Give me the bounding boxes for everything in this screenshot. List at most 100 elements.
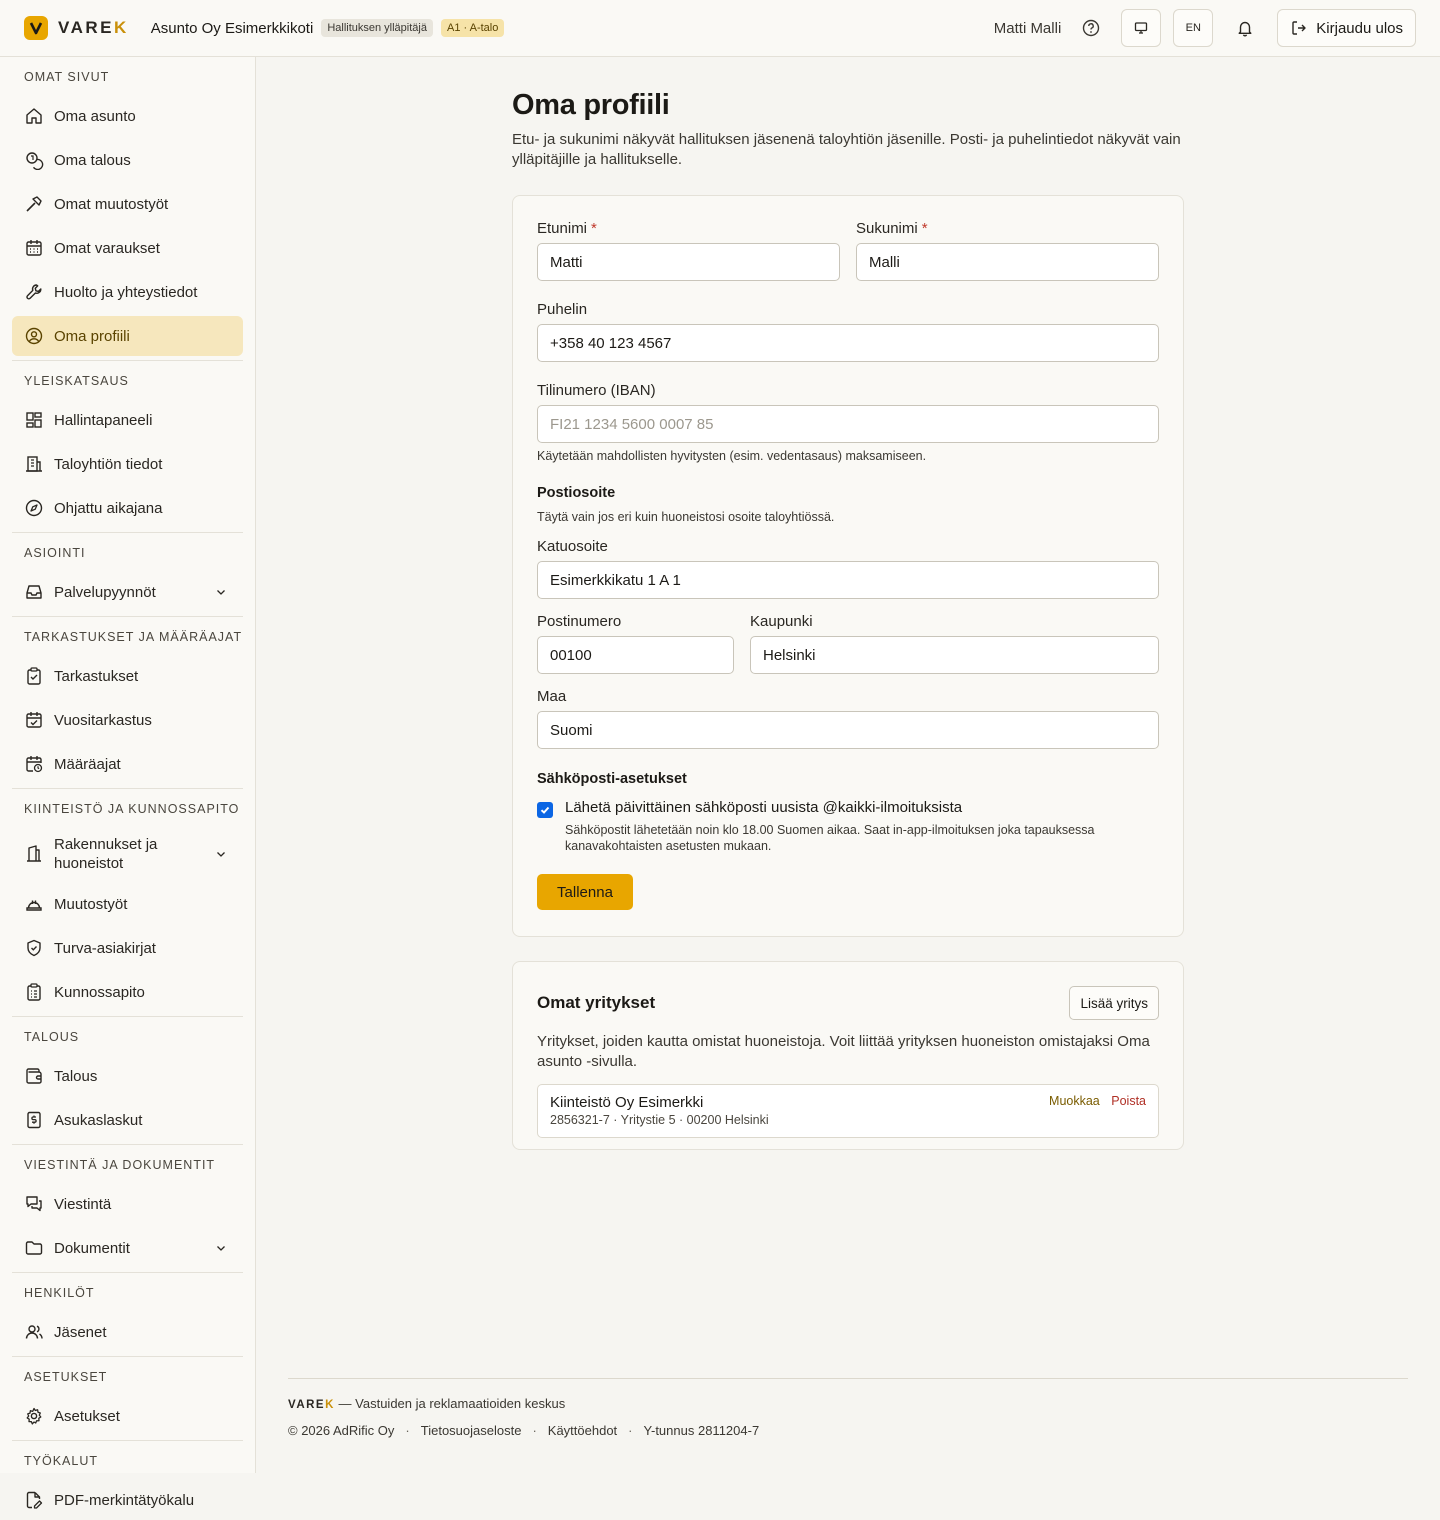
sidebar-item-label: Turva-asiakirjat (54, 939, 156, 957)
country-input[interactable]: Suomi (537, 711, 1159, 749)
save-button[interactable]: Tallenna (537, 874, 633, 910)
invoice-icon (27, 1111, 41, 1129)
sidebar-item-label: Omat muutostyöt (54, 195, 169, 213)
chevron-down-icon (217, 852, 225, 857)
sidebar-item-label: Oma asunto (54, 107, 136, 125)
sidebar-item-label: Asetukset (54, 1407, 120, 1425)
terms-link[interactable]: Käyttöehdot (548, 1423, 617, 1438)
sidebar-item-dokumentit[interactable]: Dokumentit (12, 1228, 243, 1268)
language-button[interactable]: EN (1173, 9, 1214, 47)
compass-icon (25, 499, 43, 517)
inbox-icon (26, 585, 42, 599)
sidebar-item-label: Huolto ja yhteystiedot (54, 283, 198, 301)
footer: VAREK — Vastuiden ja reklamaatioiden kes… (288, 1378, 1408, 1438)
sidebar-item-kunnossapito[interactable]: Kunnossapito (12, 972, 243, 1012)
sidebar-item-taloyhtion-tiedot[interactable]: Taloyhtiön tiedot (12, 444, 243, 484)
sidebar-section-title: TARKASTUKSET JA MÄÄRÄAJAT (24, 630, 243, 644)
sidebar-item-label: Vuositarkastus (54, 711, 152, 729)
privacy-link[interactable]: Tietosuojaseloste (421, 1423, 522, 1438)
sidebar-item-oma-profiili[interactable]: Oma profiili (12, 316, 243, 356)
shield-check-icon (27, 939, 41, 957)
sidebar-item-asukaslaskut[interactable]: Asukaslaskut (12, 1100, 243, 1140)
phone-input[interactable]: +358 40 123 4567 (537, 324, 1159, 362)
chevron-down-icon (217, 590, 225, 595)
country-label: Maa (537, 688, 567, 705)
checkmark-icon (540, 806, 550, 814)
first-name-input[interactable]: Matti (537, 243, 840, 281)
help-icon[interactable] (1081, 18, 1101, 38)
city-label: Kaupunki (750, 613, 813, 630)
companies-title: Omat yritykset (537, 993, 656, 1012)
calendar-icon (26, 240, 42, 256)
sidebar-item-omat-varaukset[interactable]: Omat varaukset (12, 228, 243, 268)
logout-icon (1292, 21, 1306, 35)
calendar-check-icon (26, 712, 42, 728)
sidebar-item-rakennukset[interactable]: Rakennukset ja huoneistot (12, 828, 243, 880)
sidebar-section-title: HENKILÖT (24, 1286, 95, 1300)
dashboard-icon (26, 412, 42, 428)
sidebar-item-label: Hallintapaneeli (54, 411, 153, 429)
hammer-icon (26, 196, 42, 212)
footer-brand[interactable]: VAREK (288, 1399, 335, 1411)
wallet-icon (26, 1068, 42, 1084)
delete-company-link[interactable]: Poista (1111, 1094, 1146, 1108)
zip-input[interactable]: 00100 (537, 636, 734, 674)
sidebar-item-huolto[interactable]: Huolto ja yhteystiedot (12, 272, 243, 312)
first-name-label: Etunimi * (537, 220, 597, 237)
sidebar-item-turva-asiakirjat[interactable]: Turva-asiakirjat (12, 928, 243, 968)
sidebar-item-asetukset[interactable]: Asetukset (12, 1396, 243, 1436)
add-company-button[interactable]: Lisää yritys (1069, 986, 1159, 1020)
clipboard-list-icon (27, 983, 41, 1001)
gear-icon (26, 1407, 42, 1425)
sidebar-item-pdf-tool[interactable]: PDF-merkintätyökalu (12, 1480, 243, 1520)
email-settings-heading: Sähköposti-asetukset (537, 771, 687, 787)
city-input[interactable]: Helsinki (750, 636, 1159, 674)
footer-copyright: © 2026 AdRific Oy (288, 1423, 395, 1438)
role-badge: Hallituksen ylläpitäjä (321, 19, 433, 37)
daily-email-label[interactable]: Lähetä päivittäinen sähköposti uusista @… (565, 799, 1159, 816)
sidebar-item-oma-asunto[interactable]: Oma asunto (12, 96, 243, 136)
sidebar-section-title: VIESTINTÄ JA DOKUMENTIT (24, 1158, 216, 1172)
logo-text[interactable]: VAREK (58, 18, 129, 38)
street-input[interactable]: Esimerkkikatu 1 A 1 (537, 561, 1159, 599)
display-mode-button[interactable] (1121, 9, 1162, 47)
sidebar-item-vuositarkastus[interactable]: Vuositarkastus (12, 700, 243, 740)
main-area: Oma profiili Etu- ja sukunimi näkyvät ha… (256, 57, 1440, 1473)
users-icon (25, 1325, 43, 1339)
building-columns-icon (27, 845, 41, 862)
logout-button[interactable]: Kirjaudu ulos (1277, 9, 1416, 47)
sidebar-item-maaraajat[interactable]: Määräajat (12, 744, 243, 784)
sidebar-item-jasenet[interactable]: Jäsenet (12, 1312, 243, 1352)
sidebar-item-tarkastukset[interactable]: Tarkastukset (12, 656, 243, 696)
file-edit-icon (26, 1491, 43, 1509)
sidebar-section-title: ASETUKSET (24, 1370, 108, 1384)
business-id: Y-tunnus 2811204-7 (643, 1423, 760, 1438)
daily-email-help: Sähköpostit lähetetään noin klo 18.00 Su… (565, 823, 1095, 853)
sidebar-item-label: Taloyhtiön tiedot (54, 455, 163, 473)
iban-input[interactable]: FI21 1234 5600 0007 85 (537, 405, 1159, 443)
sidebar-item-palvelupyynnot[interactable]: Palvelupyynnöt (12, 572, 243, 612)
user-name[interactable]: Matti Malli (994, 20, 1062, 37)
phone-label: Puhelin (537, 301, 588, 318)
sidebar-item-talous[interactable]: Talous (12, 1056, 243, 1096)
company-meta: 2856321-7 · Yritystie 5 · 00200 Helsinki (550, 1113, 769, 1127)
daily-email-checkbox[interactable] (537, 802, 553, 818)
last-name-input[interactable]: Malli (856, 243, 1159, 281)
sidebar-item-omat-muutostyot[interactable]: Omat muutostyöt (12, 184, 243, 224)
user-circle-icon (25, 327, 43, 345)
sidebar-item-oma-talous[interactable]: Oma talous (12, 140, 243, 180)
bell-icon[interactable] (1225, 9, 1265, 47)
sidebar-item-label: Jäsenet (54, 1323, 107, 1341)
logo-icon[interactable] (24, 16, 48, 40)
iban-label: Tilinumero (IBAN) (537, 382, 656, 399)
sidebar-item-viestinta[interactable]: Viestintä (12, 1184, 243, 1224)
postal-help: Täytä vain jos eri kuin huoneistosi osoi… (537, 510, 835, 524)
sidebar-item-label: Oma profiili (54, 327, 130, 345)
sidebar-item-muutostyot[interactable]: Muutostyöt (12, 884, 243, 924)
sidebar-item-hallintapaneeli[interactable]: Hallintapaneeli (12, 400, 243, 440)
home-icon (26, 108, 42, 124)
sidebar-item-label: Oma talous (54, 151, 131, 169)
sidebar-item-ohjattu-aikajana[interactable]: Ohjattu aikajana (12, 488, 243, 528)
sidebar-item-label: Ohjattu aikajana (54, 499, 163, 517)
edit-company-link[interactable]: Muokkaa (1049, 1094, 1100, 1108)
